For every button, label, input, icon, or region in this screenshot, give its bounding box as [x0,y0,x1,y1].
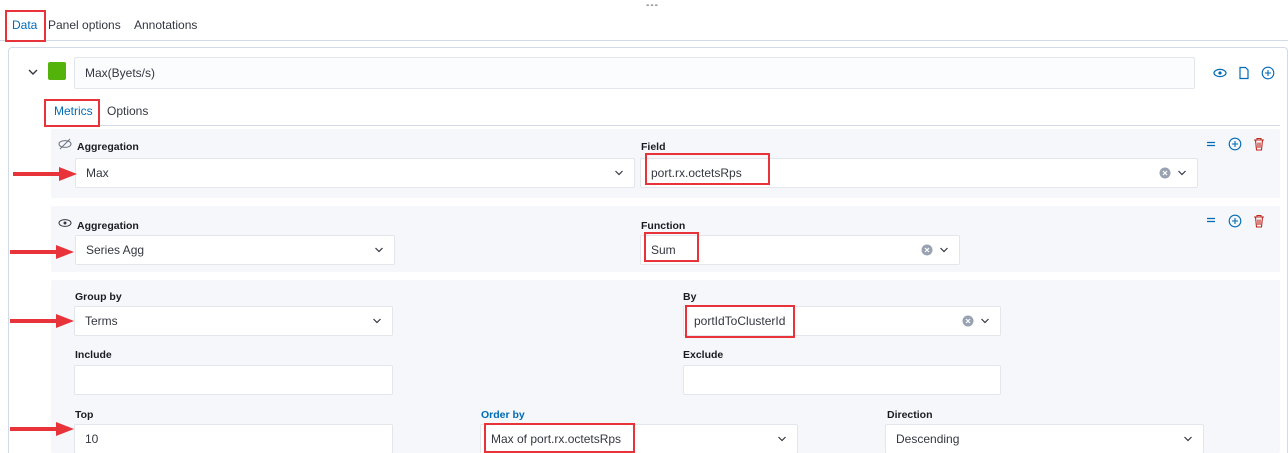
group-by-label: Group by [75,291,122,303]
tab-data[interactable]: Data [12,18,37,32]
tab-panel-options[interactable]: Panel options [48,18,121,32]
tab-metrics[interactable]: Metrics [54,104,93,118]
tab-annotations[interactable]: Annotations [134,18,197,32]
eye-icon[interactable] [1213,66,1227,80]
metric2-aggregation-select[interactable]: Series Agg [75,235,395,265]
include-input[interactable] [74,365,393,395]
direction-select[interactable]: Descending [885,424,1204,453]
drag-handle-icon[interactable] [1206,139,1216,149]
add-series-icon[interactable] [1261,66,1275,80]
chevron-down-icon [375,247,383,253]
chevron-down-icon [778,436,786,442]
chevron-down-icon [1184,436,1192,442]
clear-icon[interactable] [1159,167,1171,179]
metric1-aggregation-value: Max [86,166,109,180]
delete-metric-icon[interactable] [1253,137,1265,151]
metric1-aggregation-label: Aggregation [77,141,139,153]
clone-icon[interactable] [1237,66,1251,80]
metric1-aggregation-select[interactable]: Max [75,158,635,188]
metric2-aggregation-value: Series Agg [86,243,145,257]
arrow-annotation-icon [10,245,74,259]
collapse-chevron-icon[interactable] [26,65,40,79]
chevron-down-icon [940,247,948,253]
group-by-value: Terms [85,314,118,328]
eye-icon[interactable] [58,217,72,229]
arrow-annotation-icon [10,314,74,328]
series-label-input[interactable]: Max(Byets/s) [74,57,1195,89]
chevron-down-icon [615,170,623,176]
metric2-function-label: Function [641,220,686,232]
exclude-input[interactable] [683,365,1001,395]
direction-value: Descending [896,432,960,446]
delete-metric-icon[interactable] [1253,214,1265,228]
metric1-field-label: Field [641,141,666,153]
metric1-field-select[interactable]: port.rx.octetsRps [640,158,1198,188]
arrow-annotation-icon [13,167,77,181]
by-select[interactable]: portIdToClusterId [683,306,1001,336]
chevron-down-icon [373,318,381,324]
sub-tab-bar: Metrics Options [44,98,1280,126]
series-color-swatch[interactable] [48,62,66,80]
top-label: Top [75,409,94,421]
top-tab-bar: Data Panel options Annotations [0,10,1288,41]
order-by-value: Max of port.rx.octetsRps [491,432,622,446]
clear-icon[interactable] [921,244,933,256]
exclude-label: Exclude [683,349,724,361]
tab-options[interactable]: Options [107,104,148,118]
add-metric-icon[interactable] [1228,137,1242,151]
direction-label: Direction [887,409,933,421]
clear-icon[interactable] [962,315,974,327]
drag-handle-icon[interactable] [1206,215,1216,225]
group-by-select[interactable]: Terms [74,306,393,336]
order-by-select[interactable]: Max of port.rx.octetsRps [480,424,798,453]
chevron-down-icon [981,318,989,324]
top-input[interactable]: 10 [74,424,393,453]
by-label: By [683,291,697,303]
metric2-function-select[interactable]: Sum [640,235,960,265]
eye-closed-icon[interactable] [58,138,72,150]
top-value: 10 [85,432,99,446]
metric2-function-value: Sum [651,243,676,257]
arrow-annotation-icon [10,422,74,436]
by-value: portIdToClusterId [694,314,786,328]
metric2-aggregation-label: Aggregation [77,220,139,232]
metric1-field-value: port.rx.octetsRps [651,166,742,180]
add-metric-icon[interactable] [1228,214,1242,228]
chevron-down-icon [1178,170,1186,176]
include-label: Include [75,349,112,361]
order-by-label: Order by [481,409,525,421]
series-label-text: Max(Byets/s) [85,66,156,80]
